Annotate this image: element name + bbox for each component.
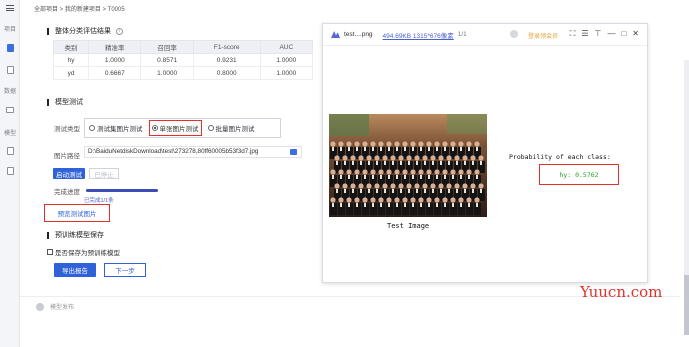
table-cell: 0.6667 — [88, 66, 142, 80]
sidebar-label-model: 模型 — [3, 131, 16, 137]
table-header-cell: 类别 — [52, 40, 90, 54]
table-cell: 1.0000 — [140, 66, 194, 80]
radio-single-image[interactable]: 单张图片测试 — [148, 120, 202, 136]
eval-section-title: 整体分类评估结果 i — [47, 26, 123, 36]
export-report-button[interactable]: 导出报告 — [54, 263, 96, 277]
folder-icon[interactable] — [290, 149, 297, 155]
breadcrumb[interactable]: 全部项目 > 我的新建项目 > T0005 — [34, 4, 125, 13]
stop-button[interactable]: 已停止 — [89, 168, 119, 179]
table-cell: 1.0000 — [259, 53, 314, 67]
file-icon[interactable] — [0, 66, 20, 74]
table-header-cell: AUC — [259, 40, 314, 54]
vip-badge[interactable]: 登录领会员 — [528, 31, 558, 40]
avatar[interactable] — [510, 30, 518, 38]
path-label: 图片路径 — [54, 153, 80, 160]
next-step-button[interactable]: 下一步 — [104, 263, 146, 277]
minimize-icon[interactable]: — — [607, 29, 615, 39]
image-viewer-window: test....png 494.69KB 1315*676像素 1/1 登录领会… — [322, 23, 648, 283]
table-cell: 0.9231 — [192, 53, 261, 67]
viewer-pages: 1/1 — [457, 31, 467, 38]
viewer-filename: test....png — [344, 31, 373, 38]
start-test-button[interactable]: 启动测试 — [53, 168, 85, 179]
folder-icon[interactable] — [0, 44, 20, 52]
window-controls: ⛶ ☰ ⊤ — □ ✕ — [570, 29, 639, 39]
viewer-titlebar: test....png 494.69KB 1315*676像素 1/1 登录领会… — [323, 24, 647, 46]
sidebar-label-project: 项目 — [3, 27, 16, 33]
monitor-icon[interactable] — [0, 107, 20, 113]
table-header-cell: 精准率 — [88, 40, 142, 54]
test-type-radio-group: 测试集图片测试 单张图片测试 批量图片测试 — [84, 118, 281, 138]
table-cell: 1.0000 — [259, 66, 314, 80]
doc-icon[interactable] — [0, 147, 20, 155]
table-cell: 0.8571 — [140, 53, 194, 67]
table-header-cell: F1-score — [192, 40, 261, 54]
footer-text[interactable]: 模型发布 — [50, 302, 74, 311]
test-type-label: 测试类型 — [54, 126, 80, 133]
preview-test-image-link[interactable]: 预览测试图片 — [44, 204, 110, 222]
viewer-meta[interactable]: 494.69KB 1315*676像素 — [383, 30, 454, 40]
info-icon[interactable]: i — [116, 27, 123, 35]
save-section-title: 预训练模型保存 — [47, 230, 104, 240]
image-path-input[interactable]: D:\BaiduNetdiskDownload\test\273278,80ff… — [84, 146, 302, 158]
progress-label: 完成进度 — [54, 189, 80, 196]
sidebar-label-data: 数据 — [3, 89, 16, 95]
checkbox-label: 是否保存为预训练模型 — [55, 250, 120, 257]
step-icon — [36, 302, 44, 311]
save-pretrained-checkbox[interactable] — [47, 249, 53, 255]
scrollbar-thumb[interactable] — [684, 275, 689, 335]
radio-testset[interactable]: 测试集图片测试 — [87, 121, 145, 135]
metrics-table: 类别 精准率 召回率 F1-score AUC hy 1.0000 0.8571 0.9231… — [52, 40, 314, 80]
probability-title: Probability of each class: — [509, 153, 611, 161]
radio-batch-images[interactable]: 批量图片测试 — [206, 121, 257, 135]
table-row: yd 0.6667 1.0000 0.8000 1.0000 — [52, 66, 314, 80]
fullscreen-icon[interactable]: ⛶ — [570, 29, 576, 39]
left-sidebar: 项目 数据 模型 — [0, 0, 20, 347]
close-icon[interactable]: ✕ — [632, 29, 639, 39]
save-pretrained-checkbox-row[interactable]: 是否保存为预训练模型 — [47, 247, 120, 257]
watermark-text: Yuucn.com — [580, 283, 663, 301]
table-header-cell: 召回率 — [140, 40, 194, 54]
probability-result: hy: 0.5762 — [539, 164, 619, 185]
table-cell: yd — [52, 66, 90, 80]
table-cell: 1.0000 — [88, 53, 142, 67]
test-section-title: 模型测试 — [47, 97, 83, 107]
table-cell: 0.8000 — [192, 66, 261, 80]
pin-icon[interactable]: ⊤ — [594, 29, 601, 39]
page-scrollbar[interactable] — [684, 60, 689, 335]
photo-caption: Test Image — [387, 222, 430, 230]
viewer-app-icon — [331, 31, 340, 38]
progress-bar — [86, 189, 158, 192]
table-cell: hy — [52, 53, 90, 67]
table-row: hy 1.0000 0.8571 0.9231 1.0000 — [52, 53, 314, 67]
doc2-icon[interactable] — [0, 167, 20, 175]
progress-text: 已完成1/1条 — [84, 198, 114, 204]
group-photo — [329, 114, 487, 217]
menu-icon[interactable] — [0, 5, 20, 11]
menu-icon[interactable]: ☰ — [581, 29, 588, 39]
maximize-icon[interactable]: □ — [621, 29, 626, 39]
